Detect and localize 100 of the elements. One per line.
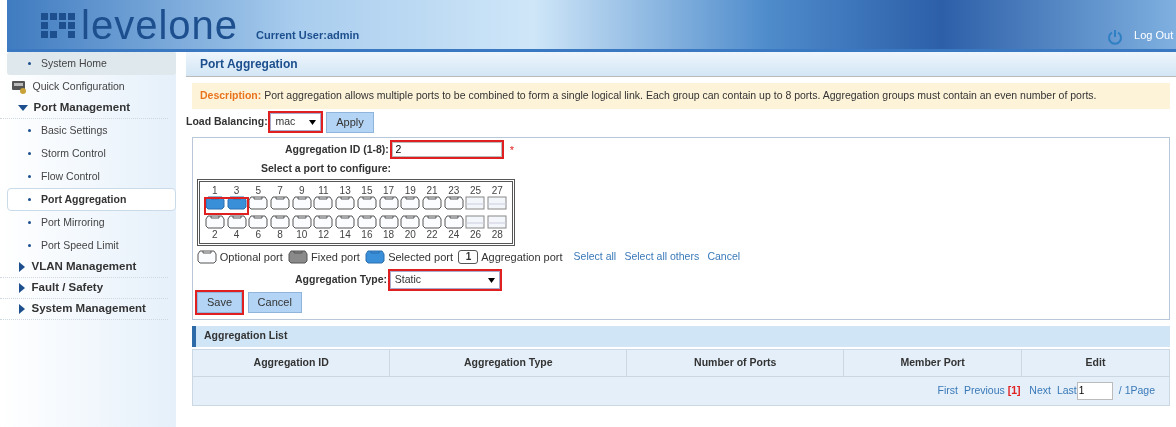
selection-highlight — [204, 197, 249, 216]
port-icon[interactable] — [270, 215, 290, 230]
menu-item[interactable]: Basic Settings — [0, 119, 176, 142]
port-number: 6 — [255, 229, 262, 241]
port-icon[interactable] — [422, 215, 443, 230]
port-icon[interactable] — [400, 196, 421, 211]
port-number: 7 — [277, 185, 283, 197]
port-number: 5 — [255, 185, 262, 197]
dropdown[interactable]: Static — [389, 271, 500, 289]
menu-item[interactable]: Port Mirroring — [0, 211, 176, 234]
optional-port-icon — [197, 250, 217, 265]
port-icon[interactable] — [443, 215, 464, 230]
column-header: Number of Ports — [626, 349, 844, 377]
bullet-icon — [28, 129, 31, 132]
port-icon[interactable] — [226, 215, 247, 230]
menu-item[interactable]: Port Speed Limit — [0, 234, 176, 257]
menu-group[interactable]: Port Management — [0, 98, 168, 119]
port-icon[interactable] — [335, 215, 356, 230]
port-icon[interactable] — [335, 196, 356, 211]
port-icon[interactable] — [291, 196, 312, 211]
menu-item[interactable]: Flow Control — [0, 165, 176, 188]
port-number: 25 — [469, 185, 482, 197]
port-icon[interactable] — [270, 196, 290, 211]
port-number: 13 — [339, 185, 351, 197]
field-label: Load Balancing: — [186, 114, 268, 130]
legend-label: Aggregation port — [481, 250, 563, 265]
menu-item[interactable]: Storm Control — [0, 142, 176, 165]
port-icon[interactable] — [422, 196, 443, 211]
caret-icon — [308, 119, 316, 125]
link[interactable]: Cancel — [707, 249, 741, 266]
apply-button[interactable]: Apply — [326, 111, 374, 133]
cancel-button[interactable]: Cancel — [247, 291, 302, 313]
port-number: 18 — [383, 229, 395, 241]
save-button[interactable]: Save — [197, 291, 243, 313]
port-icon[interactable] — [356, 196, 377, 211]
port-number: 2 — [212, 229, 218, 241]
port-icon[interactable] — [356, 215, 377, 230]
legend-label: Fixed port — [311, 250, 360, 265]
bullet-icon — [28, 62, 31, 65]
port-icon[interactable] — [378, 196, 399, 211]
port-icon[interactable] — [443, 196, 464, 211]
next-link[interactable]: Next — [1029, 382, 1051, 399]
port-number: 1 — [212, 185, 218, 197]
port-number: 17 — [383, 185, 395, 197]
column-header: Edit — [1021, 349, 1170, 377]
input-field[interactable]: 2 — [391, 142, 502, 158]
port-number: 28 — [491, 229, 503, 241]
port-number: 26 — [469, 229, 482, 241]
port-icon[interactable] — [313, 215, 334, 230]
menu-item[interactable]: Port Aggregation — [7, 188, 176, 211]
menu-item[interactable]: Quick Configuration — [0, 75, 176, 98]
power-icon — [1107, 29, 1124, 45]
collapsed-icon — [18, 262, 26, 272]
dropdown[interactable]: mac — [270, 113, 321, 131]
port-number: 20 — [404, 229, 416, 241]
port-number: 15 — [361, 185, 373, 197]
current-user-label: Current User:admin — [256, 27, 360, 43]
port-number: 27 — [491, 185, 503, 197]
computer-icon — [11, 79, 27, 94]
column-header: Aggregation Type — [389, 349, 627, 377]
prompt-text: Select a port to configure: — [260, 160, 393, 176]
port-icon[interactable] — [248, 215, 269, 230]
link[interactable]: Select all others — [624, 249, 700, 266]
port-number: 22 — [426, 229, 438, 241]
current-page: [1] — [1007, 382, 1021, 398]
page-input[interactable]: 1 — [1076, 381, 1113, 400]
field-label: Aggregation Type: — [295, 272, 387, 288]
menu-group[interactable]: System Management — [0, 299, 168, 320]
collapsed-icon — [18, 304, 26, 314]
port-number: 10 — [296, 229, 308, 241]
port-number: 8 — [277, 229, 283, 241]
port-icon[interactable] — [400, 215, 421, 230]
port-number: 12 — [317, 229, 329, 241]
caret-icon — [487, 277, 495, 283]
legend-label: Optional port — [219, 250, 283, 265]
port-number: 4 — [233, 229, 240, 241]
port-number: 24 — [448, 229, 460, 241]
menu-group[interactable]: VLAN Management — [0, 257, 168, 278]
field-label: Aggregation ID (1-8): — [285, 141, 389, 157]
port-icon[interactable] — [378, 215, 399, 230]
last-link[interactable]: Last — [1056, 382, 1077, 399]
port-icon[interactable] — [248, 196, 269, 211]
port-icon[interactable] — [313, 196, 334, 211]
port-icon[interactable] — [291, 215, 312, 230]
menu-group[interactable]: Fault / Safety — [0, 278, 168, 299]
aggregation-port-icon: 1 — [458, 250, 479, 265]
previous-link[interactable]: Previous — [963, 382, 1005, 399]
section-title: Aggregation List — [192, 325, 1170, 347]
port-number: 9 — [298, 185, 305, 197]
link[interactable]: Select all — [573, 249, 617, 266]
required-mark: * — [509, 142, 515, 158]
port-icon[interactable] — [204, 215, 225, 230]
column-header: Aggregation ID — [192, 349, 390, 377]
port-number: 21 — [426, 185, 438, 197]
first-link[interactable]: First — [937, 382, 958, 399]
port-number: 19 — [404, 185, 416, 197]
expanded-icon — [18, 104, 28, 112]
port-number: 16 — [361, 229, 373, 241]
menu-item[interactable]: System Home — [7, 52, 176, 75]
port-number: 23 — [448, 185, 460, 197]
